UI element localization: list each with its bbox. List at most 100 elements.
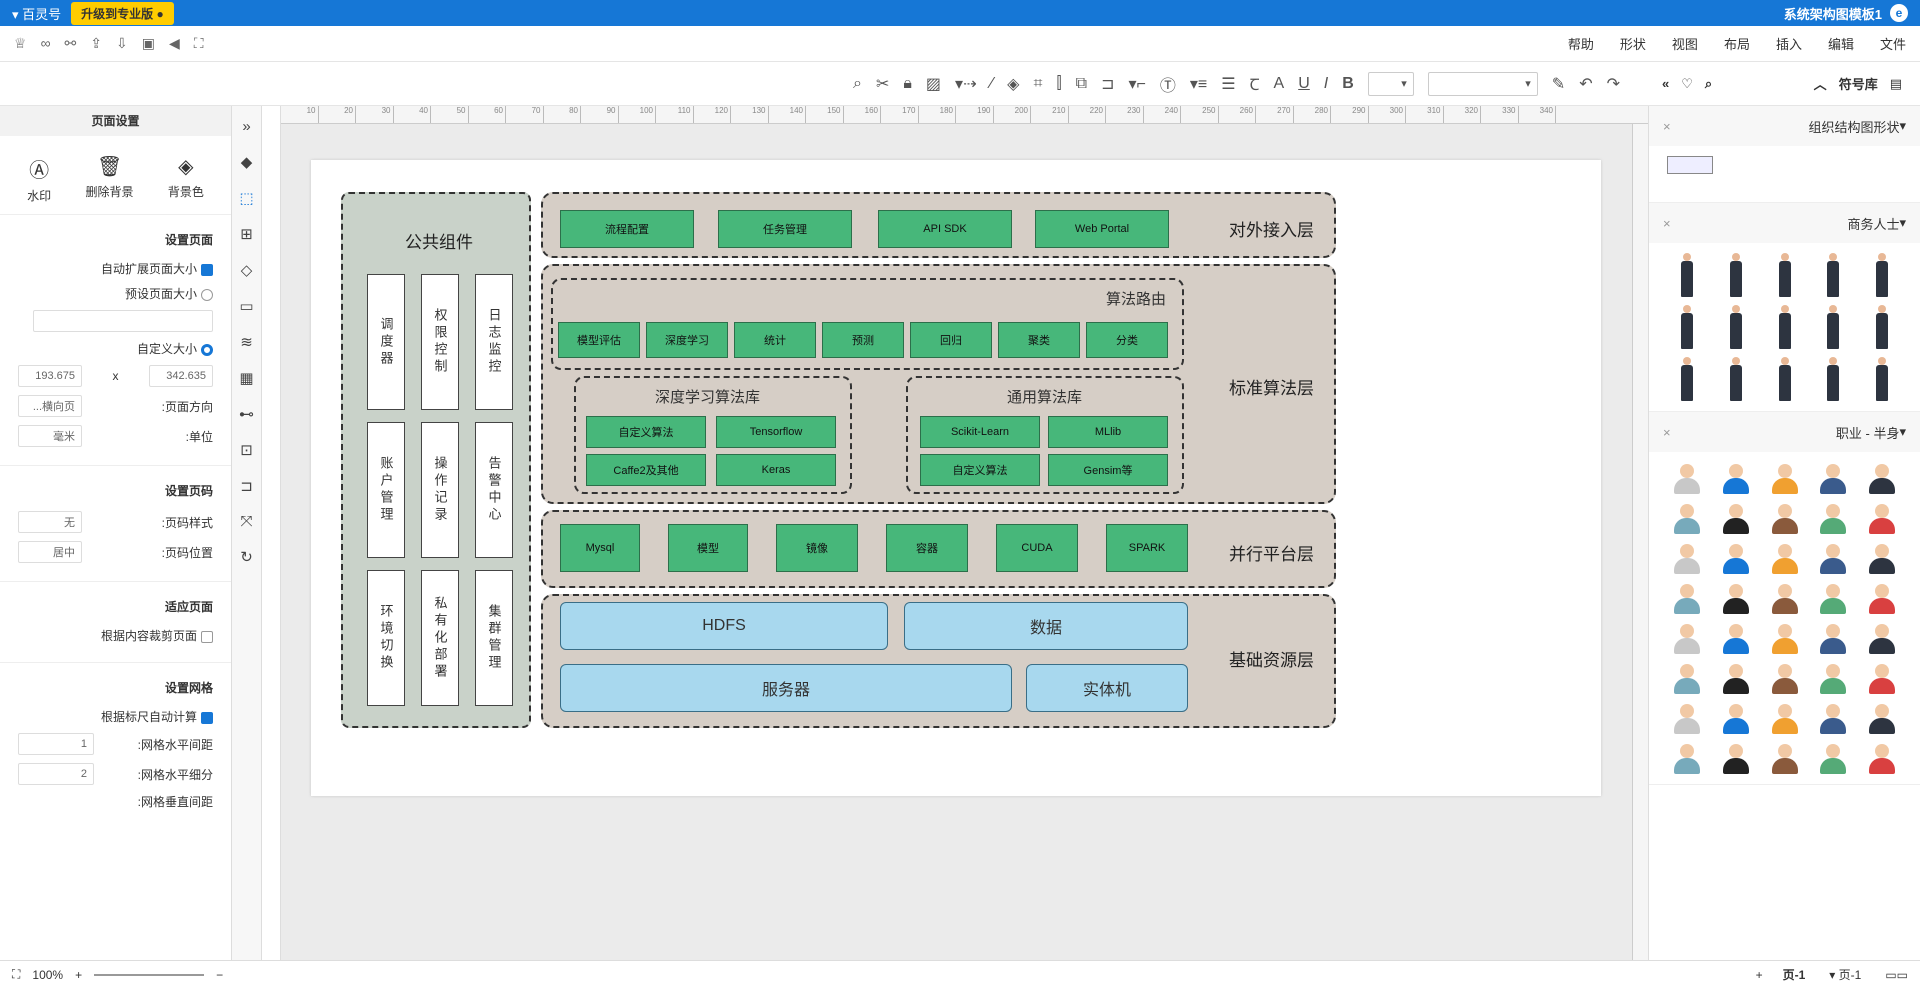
menu-edit[interactable]: 编辑: [1828, 34, 1854, 53]
business-person-icon[interactable]: [1825, 253, 1841, 297]
layers-icon[interactable]: ◇: [241, 261, 253, 279]
page-setup-icon[interactable]: ⬚: [239, 189, 253, 207]
library-section-header[interactable]: ▾ 职业 - 半身 ×: [1649, 412, 1920, 452]
find-icon[interactable]: ⌕: [853, 75, 862, 93]
profession-avatar-icon[interactable]: [1720, 662, 1752, 694]
custom-algo-node[interactable]: 自定义算法: [920, 454, 1040, 486]
zoom-in-icon[interactable]: +: [75, 968, 82, 982]
text-style-icon[interactable]: Ꞇ: [1250, 73, 1260, 95]
grid-h-input[interactable]: 1: [18, 733, 94, 755]
lock-icon[interactable]: 🔒︎: [903, 75, 912, 93]
distribute-icon[interactable]: ⫿: [1056, 75, 1061, 93]
parallel-node[interactable]: SPARK: [1106, 524, 1188, 572]
resource-layer[interactable]: 基础资源层 数据 HDFS 实体机 服务器: [541, 594, 1336, 728]
profession-avatar-icon[interactable]: [1720, 462, 1752, 494]
download-icon[interactable]: ⇩: [116, 35, 128, 52]
line-color-icon[interactable]: ⁄: [990, 75, 993, 93]
undo-icon[interactable]: ↶: [1579, 74, 1592, 94]
bold-icon[interactable]: B: [1342, 75, 1354, 93]
font-color-icon[interactable]: A: [1274, 75, 1285, 93]
image-icon[interactable]: ▦: [239, 369, 253, 387]
preset-select[interactable]: [33, 310, 213, 332]
line-style-icon[interactable]: ⇢▾: [955, 74, 976, 94]
parallel-node[interactable]: 模型: [668, 524, 748, 572]
canvas-area[interactable]: 10 20 30 40 50 60 70 80 90 100 110 120 130 140 150 160 1…: [280, 106, 1648, 960]
business-person-icon[interactable]: [1825, 305, 1841, 349]
component-cell[interactable]: 日志监控: [475, 274, 513, 410]
routing-node[interactable]: 回归: [910, 322, 992, 358]
profession-avatar-icon[interactable]: [1817, 582, 1849, 614]
component-cell[interactable]: 私有化部署: [421, 570, 459, 706]
zoom-slider[interactable]: [94, 973, 205, 976]
align-icon[interactable]: ☰: [1221, 74, 1235, 94]
close-section-icon[interactable]: ×: [1663, 119, 1671, 134]
underline-icon[interactable]: U: [1298, 75, 1310, 93]
profession-avatar-icon[interactable]: [1769, 662, 1801, 694]
routing-node[interactable]: 深度学习: [646, 322, 728, 358]
fill-icon[interactable]: ◈: [1007, 74, 1019, 94]
table-icon[interactable]: ⊏: [240, 477, 253, 495]
search-icon[interactable]: ⌕: [1705, 76, 1712, 92]
routing-node[interactable]: 聚类: [998, 322, 1080, 358]
tensorflow-node[interactable]: Tensorflow: [716, 416, 836, 448]
connector-icon[interactable]: ⌐▾: [1128, 74, 1145, 94]
org-icon[interactable]: ⊶: [239, 405, 254, 423]
profession-avatar-icon[interactable]: [1671, 582, 1703, 614]
profession-avatar-icon[interactable]: [1720, 542, 1752, 574]
parallel-node[interactable]: Mysql: [560, 524, 640, 572]
watermark-button[interactable]: Ⓐ 水印: [27, 154, 51, 204]
export-icon[interactable]: ⇪: [90, 35, 102, 52]
fit-screen-icon[interactable]: ⛶: [12, 967, 20, 982]
routing-node[interactable]: 统计: [734, 322, 816, 358]
business-person-icon[interactable]: [1825, 357, 1841, 401]
library-section-header[interactable]: ▾ 组织结构图形状 ×: [1649, 106, 1920, 146]
business-person-icon[interactable]: [1777, 253, 1793, 297]
business-person-icon[interactable]: [1874, 253, 1890, 297]
align-objects-icon[interactable]: ⊏: [1101, 74, 1114, 94]
component-cell[interactable]: 环境切换: [367, 570, 405, 706]
profession-avatar-icon[interactable]: [1671, 542, 1703, 574]
attachment-icon[interactable]: ⊡: [240, 441, 253, 459]
access-layer[interactable]: 对外接入层 Web Portal API SDK 任务管理 流程配置: [541, 192, 1336, 258]
theme-icon[interactable]: ♕: [14, 35, 27, 52]
profession-avatar-icon[interactable]: [1671, 502, 1703, 534]
crop-icon[interactable]: ⌗: [1033, 75, 1042, 93]
profession-avatar-icon[interactable]: [1720, 702, 1752, 734]
auto-expand-row[interactable]: 自动扩展页面大小: [18, 260, 213, 277]
business-person-icon[interactable]: [1728, 253, 1744, 297]
favorite-icon[interactable]: ♡: [1681, 76, 1693, 92]
sklearn-node[interactable]: Scikit-Learn: [920, 416, 1040, 448]
page-select[interactable]: 页-1 ▾: [1829, 966, 1861, 983]
radio-icon[interactable]: [201, 288, 213, 301]
profession-avatar-icon[interactable]: [1866, 742, 1898, 774]
line-spacing-icon[interactable]: ≡▾: [1190, 74, 1207, 94]
flow-config-node[interactable]: 流程配置: [560, 210, 694, 248]
routing-node[interactable]: 预测: [822, 322, 904, 358]
web-portal-node[interactable]: Web Portal: [1035, 210, 1169, 248]
width-input[interactable]: 342.635: [149, 365, 213, 387]
profession-avatar-icon[interactable]: [1720, 622, 1752, 654]
profession-avatar-icon[interactable]: [1817, 662, 1849, 694]
close-section-icon[interactable]: ×: [1663, 425, 1671, 440]
profession-avatar-icon[interactable]: [1866, 502, 1898, 534]
profession-avatar-icon[interactable]: [1720, 502, 1752, 534]
pn-style-select[interactable]: 无: [18, 511, 82, 533]
collapse-panel-icon[interactable]: »: [1662, 76, 1669, 92]
collapse-library-icon[interactable]: ︿: [1814, 74, 1827, 93]
menu-help[interactable]: 帮助: [1568, 34, 1594, 53]
parallel-node[interactable]: CUDA: [996, 524, 1078, 572]
business-person-icon[interactable]: [1874, 357, 1890, 401]
caffe-node[interactable]: Caffe2及其他: [586, 454, 706, 486]
grid-icon[interactable]: ⊞: [240, 225, 253, 243]
profession-avatar-icon[interactable]: [1769, 702, 1801, 734]
font-family-select[interactable]: ▾: [1427, 71, 1538, 96]
undo-history-icon[interactable]: ◀: [169, 35, 180, 52]
parallel-node[interactable]: 镜像: [776, 524, 858, 572]
profession-avatar-icon[interactable]: [1866, 542, 1898, 574]
pn-pos-select[interactable]: 居中: [18, 541, 82, 563]
routing-node[interactable]: 分类: [1086, 322, 1168, 358]
deep-learning-library[interactable]: 深度学习算法库 Tensorflow 自定义算法 Keras Caffe2及其他: [574, 376, 852, 494]
profession-avatar-icon[interactable]: [1769, 622, 1801, 654]
physical-machine-node[interactable]: 实体机: [1026, 664, 1188, 712]
profession-avatar-icon[interactable]: [1817, 462, 1849, 494]
